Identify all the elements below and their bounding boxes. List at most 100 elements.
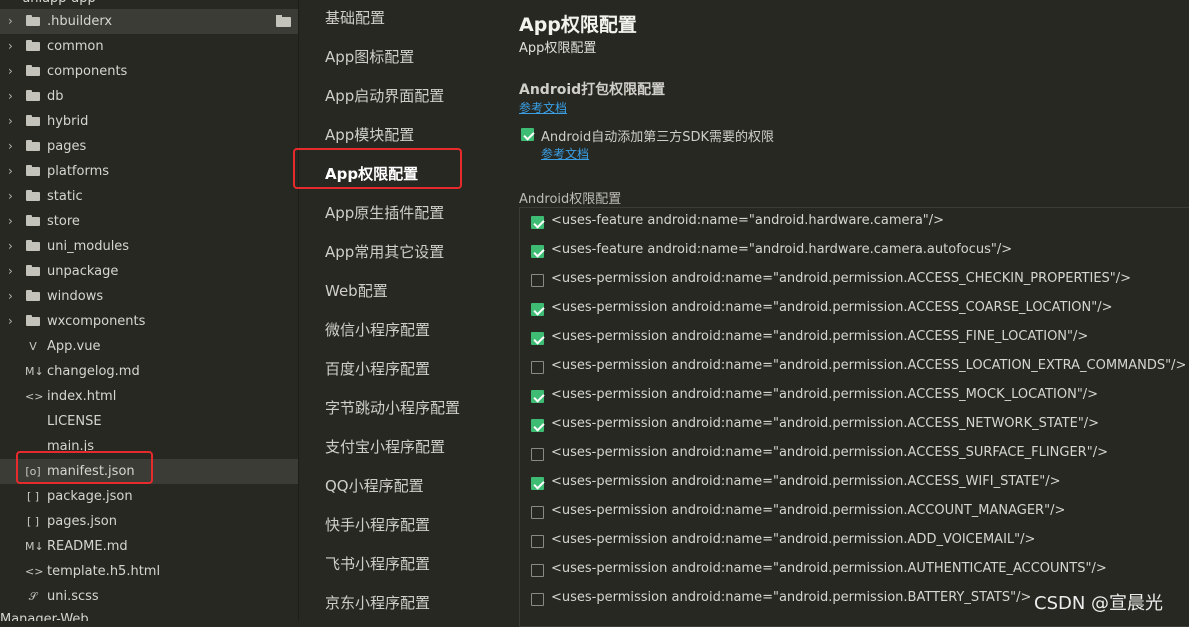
permission-checkbox[interactable] — [531, 506, 544, 519]
auto-add-doc-link[interactable]: 参考文档 — [541, 145, 589, 162]
tree-folder-item[interactable]: › wxcomponents — [0, 309, 298, 334]
settings-nav-item[interactable]: 基础配置 — [325, 6, 385, 30]
file-icon: [ ] — [26, 490, 40, 503]
chevron-right-icon[interactable]: › — [8, 84, 18, 109]
settings-nav-item[interactable]: App启动界面配置 — [325, 84, 444, 108]
settings-nav-item[interactable]: 快手小程序配置 — [325, 513, 430, 537]
permission-checkbox[interactable] — [531, 419, 544, 432]
permission-row[interactable]: <uses-feature android:name="android.hard… — [520, 237, 1189, 266]
permission-checkbox[interactable] — [531, 361, 544, 374]
tree-file-item[interactable]: <> template.h5.html — [0, 559, 298, 584]
tree-file-item[interactable]: [ ] package.json — [0, 484, 298, 509]
permission-row[interactable]: <uses-permission android:name="android.p… — [520, 440, 1189, 469]
settings-nav-item[interactable]: 字节跳动小程序配置 — [325, 396, 460, 420]
tree-file-item[interactable]: M↓ README.md — [0, 534, 298, 559]
permission-checkbox[interactable] — [531, 448, 544, 461]
chevron-right-icon[interactable]: › — [8, 59, 18, 84]
settings-nav-item[interactable]: 百度小程序配置 — [325, 357, 430, 381]
permission-checkbox[interactable] — [531, 216, 544, 229]
settings-nav-item[interactable]: App图标配置 — [325, 45, 414, 69]
permission-row[interactable]: <uses-permission android:name="android.p… — [520, 411, 1189, 440]
permission-row[interactable]: <uses-permission android:name="android.p… — [520, 527, 1189, 556]
tree-item-label: README.md — [47, 539, 128, 554]
tree-folder-item[interactable]: › unpackage — [0, 259, 298, 284]
permission-row[interactable]: <uses-permission android:name="android.p… — [520, 353, 1189, 382]
folder-icon — [26, 290, 40, 301]
folder-icon — [26, 265, 40, 276]
tree-item-label: hybrid — [47, 114, 89, 129]
tree-file-item[interactable]: <> index.html — [0, 384, 298, 409]
chevron-right-icon[interactable]: › — [8, 309, 18, 334]
auto-add-label: Android自动添加第三方SDK需要的权限 — [541, 130, 775, 145]
chevron-right-icon[interactable]: › — [8, 109, 18, 134]
next-project-label[interactable]: Manager-Web — [0, 612, 89, 621]
tree-item-label: unpackage — [47, 264, 119, 279]
settings-nav-item[interactable]: QQ小程序配置 — [325, 474, 424, 498]
settings-nav-item[interactable]: 微信小程序配置 — [325, 318, 430, 342]
permission-checkbox[interactable] — [531, 332, 544, 345]
permission-label: <uses-feature android:name="android.hard… — [551, 242, 1013, 257]
settings-nav-item[interactable]: Web配置 — [325, 279, 388, 303]
permission-row[interactable]: <uses-feature android:name="android.hard… — [520, 208, 1189, 237]
permission-label: <uses-permission android:name="android.p… — [551, 532, 1036, 547]
tree-folder-item[interactable]: › pages — [0, 134, 298, 159]
open-folder-icon[interactable] — [276, 15, 291, 27]
tree-item-label: db — [47, 89, 64, 104]
tree-item-label: common — [47, 39, 104, 54]
chevron-right-icon[interactable]: › — [8, 159, 18, 184]
settings-nav-item[interactable]: 飞书小程序配置 — [325, 552, 430, 576]
permission-row[interactable]: <uses-permission android:name="android.p… — [520, 556, 1189, 585]
perm-section-label: Android权限配置 — [519, 192, 622, 207]
settings-nav-item[interactable]: 京东小程序配置 — [325, 591, 430, 615]
settings-nav-item[interactable]: App常用其它设置 — [325, 240, 444, 264]
doc-link[interactable]: 参考文档 — [519, 99, 567, 116]
permission-checkbox[interactable] — [531, 303, 544, 316]
tree-item-label: template.h5.html — [47, 564, 161, 579]
chevron-right-icon[interactable]: › — [8, 284, 18, 309]
permission-checkbox[interactable] — [531, 593, 544, 606]
permission-row[interactable]: <uses-permission android:name="android.p… — [520, 324, 1189, 353]
chevron-right-icon[interactable]: › — [8, 134, 18, 159]
auto-add-checkbox[interactable] — [521, 128, 534, 141]
tree-folder-item[interactable]: › uni_modules — [0, 234, 298, 259]
tree-folder-item[interactable]: › windows — [0, 284, 298, 309]
tree-folder-item[interactable]: › db — [0, 84, 298, 109]
project-root-label[interactable]: uniapp-app — [22, 0, 96, 6]
tree-file-item[interactable]: LICENSE — [0, 409, 298, 434]
folder-icon — [26, 165, 40, 176]
page-title: App权限配置 — [519, 14, 637, 36]
permission-checkbox[interactable] — [531, 564, 544, 577]
tree-folder-item[interactable]: › platforms — [0, 159, 298, 184]
tree-folder-item[interactable]: › static — [0, 184, 298, 209]
chevron-right-icon[interactable]: › — [8, 9, 18, 34]
permission-row[interactable]: <uses-permission android:name="android.p… — [520, 295, 1189, 324]
chevron-right-icon[interactable]: › — [8, 259, 18, 284]
settings-nav-item[interactable]: 支付宝小程序配置 — [325, 435, 445, 459]
tree-file-item[interactable]: [ ] pages.json — [0, 509, 298, 534]
tree-file-item[interactable]: M↓ changelog.md — [0, 359, 298, 384]
chevron-right-icon[interactable]: › — [8, 209, 18, 234]
permission-checkbox[interactable] — [531, 245, 544, 258]
tree-folder-item[interactable]: › .hbuilderx — [0, 9, 298, 34]
permission-row[interactable]: <uses-permission android:name="android.p… — [520, 469, 1189, 498]
permission-row[interactable]: <uses-permission android:name="android.p… — [520, 498, 1189, 527]
settings-panel: App权限配置 App权限配置 Android打包权限配置 参考文档 Andro… — [479, 0, 1189, 627]
chevron-right-icon[interactable]: › — [8, 184, 18, 209]
chevron-right-icon[interactable]: › — [8, 234, 18, 259]
permission-row[interactable]: <uses-permission android:name="android.p… — [520, 382, 1189, 411]
permission-row[interactable]: <uses-permission android:name="android.p… — [520, 266, 1189, 295]
tree-file-item[interactable]: V App.vue — [0, 334, 298, 359]
tree-folder-item[interactable]: › hybrid — [0, 109, 298, 134]
tree-folder-item[interactable]: › common — [0, 34, 298, 59]
permission-checkbox[interactable] — [531, 390, 544, 403]
permission-checkbox[interactable] — [531, 535, 544, 548]
settings-nav-item[interactable]: App模块配置 — [325, 123, 414, 147]
permission-checkbox[interactable] — [531, 477, 544, 490]
tree-folder-item[interactable]: › components — [0, 59, 298, 84]
permission-checkbox[interactable] — [531, 274, 544, 287]
tree-folder-item[interactable]: › store — [0, 209, 298, 234]
folder-icon — [26, 240, 40, 251]
settings-nav-item[interactable]: App原生插件配置 — [325, 201, 444, 225]
tree-file-item[interactable]: 𝒮uni.scss — [0, 584, 298, 609]
chevron-right-icon[interactable]: › — [8, 34, 18, 59]
